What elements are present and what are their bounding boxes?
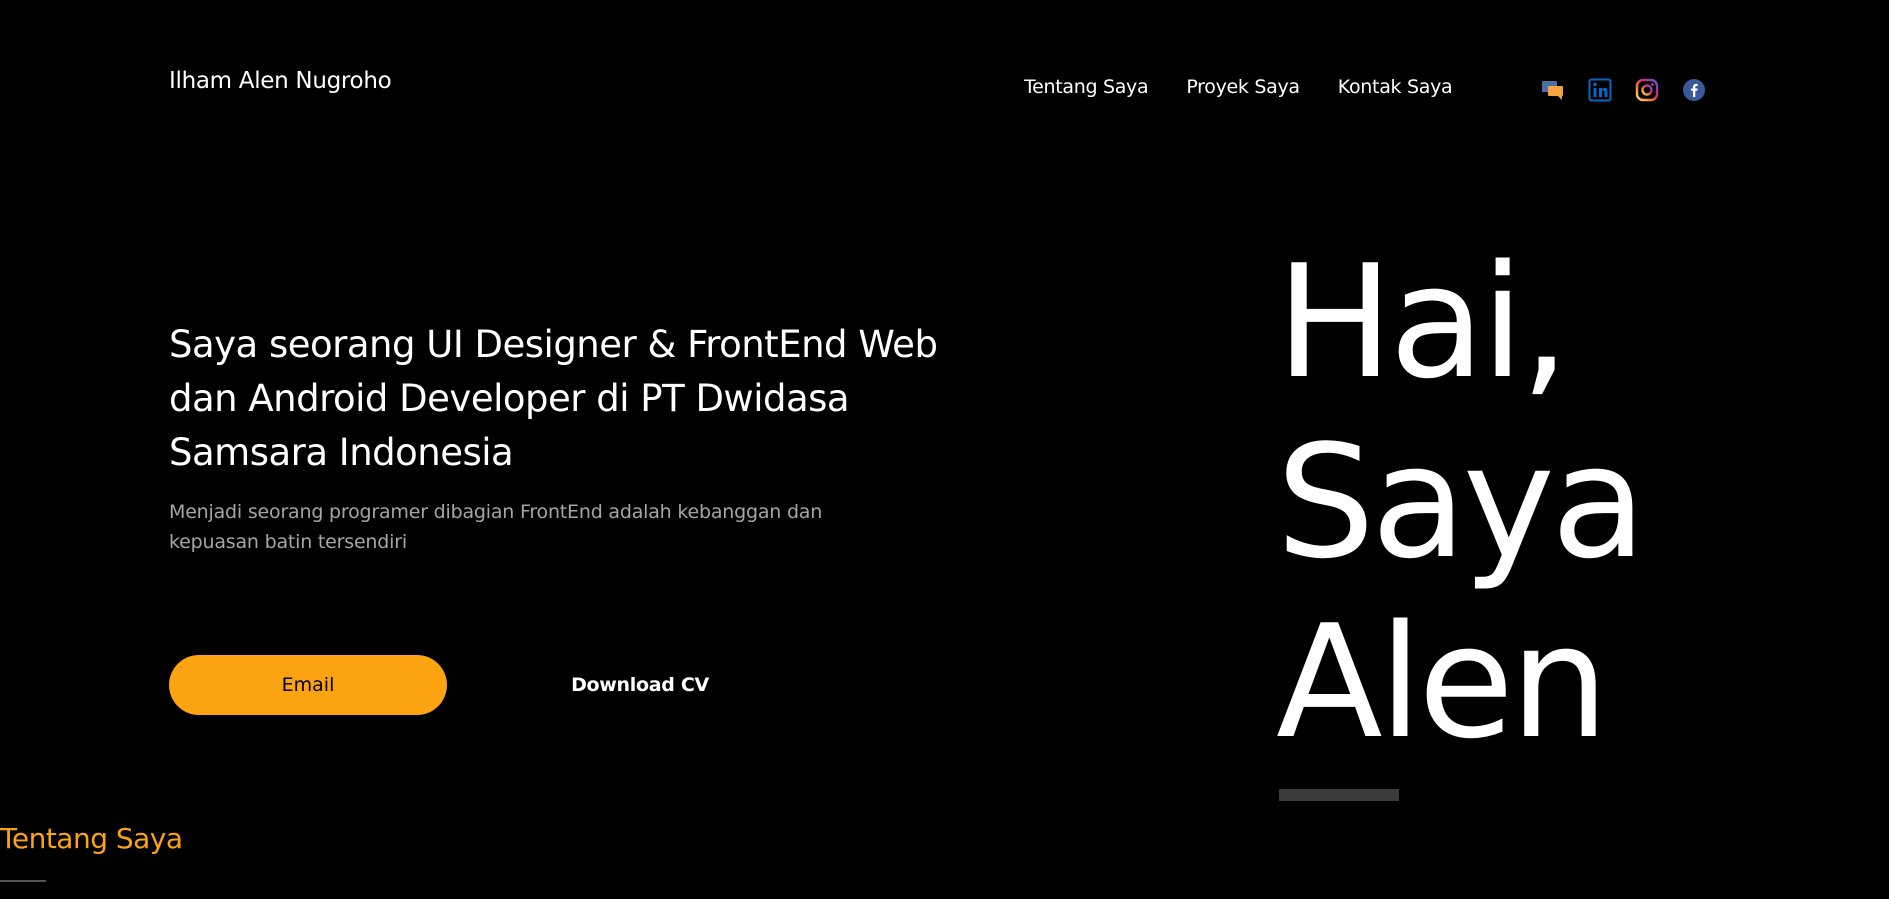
nav-link-proyek-saya[interactable]: Proyek Saya (1186, 76, 1300, 98)
hero-greeting-line: Alen (1276, 591, 1609, 773)
instagram-icon[interactable] (1635, 78, 1659, 102)
hero-subtext: Menjadi seorang programer dibagian Front… (169, 501, 823, 553)
site-brand[interactable]: Ilham Alen Nugroho (169, 68, 392, 94)
section-divider (0, 880, 46, 882)
main-nav: Tentang Saya Proyek Saya Kontak Saya (1024, 76, 1453, 98)
email-button[interactable]: Email (169, 655, 447, 715)
download-cv-button[interactable]: Download CV (540, 655, 740, 715)
hero-underline-bar (1279, 789, 1399, 801)
nav-link-kontak-saya[interactable]: Kontak Saya (1338, 76, 1453, 98)
hero-greeting-line: Saya (1276, 411, 1647, 593)
nav-link-tentang-saya[interactable]: Tentang Saya (1024, 76, 1149, 98)
social-links (1541, 78, 1706, 102)
linkedin-icon[interactable] (1588, 78, 1612, 102)
page: Ilham Alen Nugroho Tentang Saya Proyek S… (0, 0, 1889, 899)
hero-greeting-line: Hai, (1276, 231, 1570, 413)
hero-headline: Saya seorang UI Designer & FrontEnd Web … (169, 323, 938, 474)
facebook-icon[interactable] (1682, 78, 1706, 102)
hero-greeting: Hai, Saya Alen (1276, 231, 1647, 773)
chat-icon[interactable] (1541, 78, 1565, 102)
section-title-tentang-saya: Tentang Saya (0, 822, 183, 855)
